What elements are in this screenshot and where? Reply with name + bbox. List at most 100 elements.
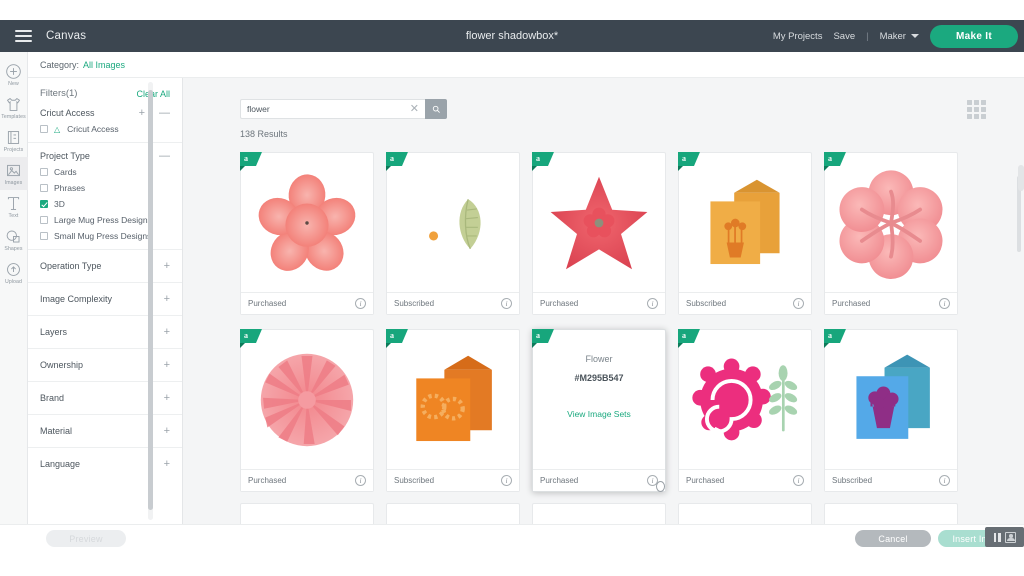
filters-scrollbar-thumb[interactable] [148,90,153,510]
card-status: Subscribed [832,476,873,485]
image-card[interactable]: a Purchased i [532,152,666,315]
text-icon [5,195,22,212]
image-card[interactable]: a Subscribed i [678,152,812,315]
checkbox-phrases[interactable] [40,184,48,192]
card-orange-bow-art [416,355,492,442]
preview-button[interactable]: Preview [46,530,126,547]
card-footer: Subscribed i [387,469,519,491]
info-icon[interactable]: i [793,475,804,486]
checkbox-3d[interactable] [40,200,48,208]
info-icon[interactable]: i [501,475,512,486]
rail-item-shapes[interactable]: Shapes [0,223,28,256]
ribbon-letter: a [244,331,248,340]
cricut-access-ribbon-icon: a [386,329,408,348]
collapse-minus-icon[interactable]: — [159,150,170,161]
checkbox-cards[interactable] [40,168,48,176]
filter-group-operation-type[interactable]: Operation Type + [28,249,182,282]
screen-recorder-overlay[interactable] [985,527,1024,547]
info-icon[interactable]: i [501,298,512,309]
hamburger-icon[interactable] [6,30,40,42]
filter-group-ownership[interactable]: Ownership + [28,348,182,381]
image-thumbnail [387,153,519,293]
make-it-button[interactable]: Make It [929,24,1018,48]
pause-icon[interactable] [993,532,1001,542]
image-thumbnail [533,153,665,293]
close-icon[interactable]: ✕ [406,103,419,115]
info-icon[interactable]: i [355,298,366,309]
clear-all-button[interactable]: Clear All [136,89,170,99]
search-box[interactable]: ✕ [240,99,425,119]
cricut-access-ribbon-icon: a [678,152,700,171]
rail-item-upload[interactable]: Upload [0,256,28,289]
rail-label-text: Text [8,213,19,219]
checkbox-cricut-access[interactable] [40,125,48,133]
image-card[interactable]: a Purchased i [678,329,812,492]
rail-item-projects[interactable]: Projects [0,124,28,157]
search-button[interactable] [425,99,447,119]
machine-label: Maker [879,30,906,42]
image-card-grid: a Purchased i a Subscribed i a Purchased… [240,152,1000,506]
ribbon-letter: a [536,331,540,340]
mouse-cursor [656,481,665,492]
filter-group-language[interactable]: Language + [28,447,182,480]
collapse-minus-icon[interactable]: — [159,107,170,118]
info-icon[interactable]: i [939,475,950,486]
image-card[interactable]: a Purchased i [240,152,374,315]
cricut-access-ribbon-icon: a [678,329,700,348]
image-card[interactable]: a Purchased i [824,152,958,315]
info-icon[interactable]: i [939,298,950,309]
expand-plus-icon[interactable]: + [164,359,170,370]
cancel-button[interactable]: Cancel [855,530,931,547]
image-card[interactable] [240,503,374,524]
image-card[interactable] [824,503,958,524]
checkbox-large-mug-press[interactable] [40,216,48,224]
image-card[interactable] [386,503,520,524]
image-card[interactable]: a Subscribed i [824,329,958,492]
expand-plus-icon[interactable]: + [164,326,170,337]
save-button[interactable]: Save [833,31,855,42]
checkbox-small-mug-press[interactable] [40,232,48,240]
info-icon[interactable]: i [647,298,658,309]
person-icon[interactable] [1004,531,1016,543]
search-icon [432,105,440,113]
filter-group-image-complexity[interactable]: Image Complexity + [28,282,182,315]
filter-group-material[interactable]: Material + [28,414,182,447]
image-hover-details: Flower #M295B547 View Image Sets [533,330,665,470]
filter-option-label: Phrases [54,183,86,193]
filter-group-layers[interactable]: Layers + [28,315,182,348]
category-value-link[interactable]: All Images [83,60,125,70]
image-card[interactable]: a Subscribed i [386,152,520,315]
expand-plus-icon[interactable]: + [164,425,170,436]
expand-plus-icon[interactable]: + [164,458,170,469]
category-bar: Category: All Images [28,52,1024,78]
rail-item-images[interactable]: Images [0,157,28,190]
filter-group-brand[interactable]: Brand + [28,381,182,414]
view-image-sets-link[interactable]: View Image Sets [567,409,631,419]
machine-selector[interactable]: Maker [880,31,919,42]
filter-group-project-type: Project Type — Cards Phrases 3D Large Mu… [28,142,182,249]
info-icon[interactable]: i [793,298,804,309]
image-card[interactable] [532,503,666,524]
search-input[interactable] [247,104,406,114]
expand-plus-icon[interactable]: + [164,392,170,403]
rail-item-text[interactable]: Text [0,190,28,223]
image-card[interactable]: a Purchased i [240,329,374,492]
info-icon[interactable]: i [355,475,366,486]
expand-plus-icon[interactable]: + [139,107,145,118]
image-card[interactable] [678,503,812,524]
leaf-green-with-dot-art [429,199,481,250]
filters-scrollbar[interactable] [148,82,153,520]
image-card-hovered[interactable]: a Flower #M295B547 View Image Sets Purch… [532,329,666,492]
page-scrollbar[interactable] [1018,165,1024,191]
rail-item-templates[interactable]: Templates [0,91,28,124]
image-card[interactable]: a Subscribed i [386,329,520,492]
rail-item-new[interactable]: New [0,58,28,91]
my-projects-link[interactable]: My Projects [773,31,823,42]
card-status: Purchased [248,476,287,485]
expand-plus-icon[interactable]: + [164,260,170,271]
shirt-icon [5,96,22,113]
grid-view-icon[interactable] [967,100,986,119]
expand-plus-icon[interactable]: + [164,293,170,304]
card-footer: Subscribed i [679,292,811,314]
card-footer: Purchased i [533,469,665,491]
